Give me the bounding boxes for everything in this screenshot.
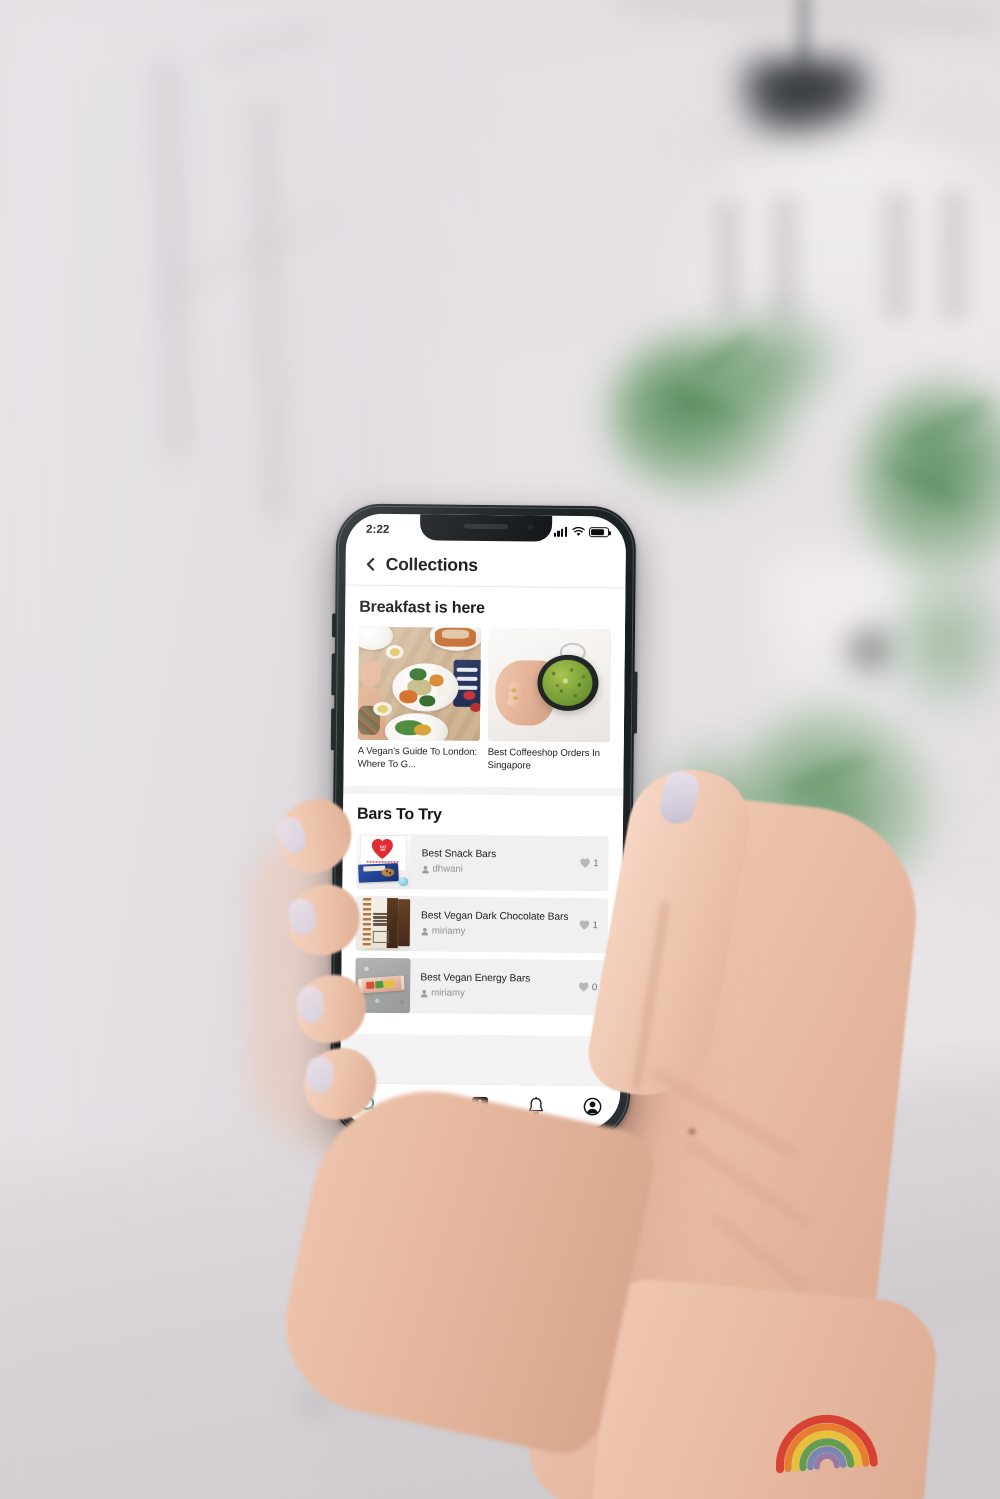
fingernail: [305, 1055, 334, 1094]
photo-scene: 2:22 Collections Breakfast is here A Veg…: [0, 0, 1000, 1499]
fingernail: [296, 985, 325, 1024]
fingertip: [268, 790, 362, 882]
rainbow-tattoo: [775, 1414, 878, 1474]
palm-crease: [649, 1067, 801, 1160]
fingertip: [293, 972, 369, 1046]
skin-mole: [688, 1128, 696, 1135]
palm-crease: [710, 1213, 810, 1293]
fingernail: [273, 814, 310, 857]
hand-front-layer: [0, 0, 1000, 1499]
palm-edge: [269, 1069, 661, 1461]
fingertip: [282, 879, 366, 961]
fingernail: [286, 896, 319, 937]
